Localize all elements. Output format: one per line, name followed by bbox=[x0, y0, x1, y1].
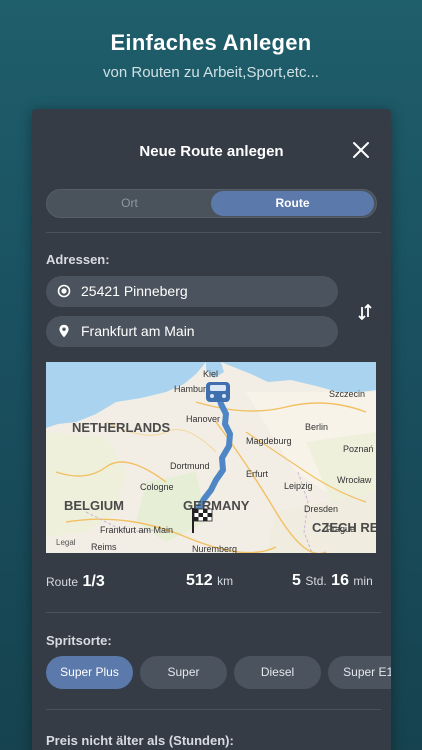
fuel-type-options: Super Plus Super Diesel Super E10 bbox=[46, 656, 391, 689]
divider bbox=[46, 612, 381, 613]
promo-title: Einfaches Anlegen bbox=[110, 30, 312, 55]
city-label: Berlin bbox=[305, 422, 328, 432]
city-label: Dresden bbox=[304, 504, 338, 514]
target-icon bbox=[57, 284, 71, 298]
hours-value: 5 bbox=[292, 572, 301, 589]
route-stats: Route 1/3 512 km 5 Std. 16 min bbox=[46, 572, 376, 594]
map-legal-link[interactable]: Legal bbox=[56, 538, 76, 547]
route-index[interactable]: Route 1/3 bbox=[46, 573, 105, 591]
city-label: Kiel bbox=[203, 369, 218, 379]
fuel-chip-diesel[interactable]: Diesel bbox=[234, 656, 321, 689]
city-label: Erfurt bbox=[246, 469, 269, 479]
city-label: Leipzig bbox=[284, 481, 313, 491]
close-button[interactable] bbox=[351, 140, 371, 160]
city-label: Reims bbox=[91, 542, 117, 552]
distance-value: 512 bbox=[186, 572, 213, 589]
close-icon bbox=[353, 142, 369, 158]
mode-segmented-control: Ort Route bbox=[46, 189, 377, 218]
country-label: BELGIUM bbox=[64, 498, 124, 513]
city-label: Magdeburg bbox=[246, 436, 292, 446]
segment-ort[interactable]: Ort bbox=[48, 191, 211, 216]
city-label: Hamburg bbox=[174, 384, 211, 394]
city-label: Frankfurt am Main bbox=[100, 525, 173, 535]
start-address-field[interactable]: 25421 Pinneberg bbox=[46, 276, 338, 307]
fuel-chip-super-e10[interactable]: Super E10 bbox=[328, 656, 391, 689]
divider bbox=[46, 232, 381, 233]
city-label: Szczecin bbox=[329, 389, 365, 399]
route-map[interactable]: Kiel Hamburg Szczecin Berlin Poznań Hano… bbox=[46, 362, 376, 553]
route-duration: 5 Std. 16 min bbox=[292, 572, 373, 590]
city-label: Nuremberg bbox=[192, 544, 237, 553]
distance-unit: km bbox=[217, 574, 234, 588]
swap-addresses-button[interactable] bbox=[354, 301, 376, 323]
new-route-dialog: Neue Route anlegen Ort Route Adressen: 2… bbox=[32, 109, 391, 750]
fuel-type-label: Spritsorte: bbox=[46, 633, 112, 648]
city-label: Cologne bbox=[140, 482, 174, 492]
fuel-chip-super-plus[interactable]: Super Plus bbox=[46, 656, 133, 689]
minutes-value: 16 bbox=[331, 572, 349, 589]
minutes-unit: min bbox=[353, 574, 373, 588]
city-label: Wrocław bbox=[337, 475, 372, 485]
destination-address-field[interactable]: Frankfurt am Main bbox=[46, 316, 338, 347]
promo-subtitle: von Routen zu Arbeit,Sport,etc... bbox=[103, 64, 319, 81]
addresses-label: Adressen: bbox=[46, 252, 110, 267]
country-label: NETHERLANDS bbox=[72, 420, 171, 435]
route-label: Route bbox=[46, 575, 79, 589]
location-pin-icon bbox=[59, 324, 69, 338]
dialog-title: Neue Route anlegen bbox=[139, 143, 284, 160]
swap-arrows-icon bbox=[358, 303, 372, 321]
fuel-chip-super[interactable]: Super bbox=[140, 656, 227, 689]
hours-unit: Std. bbox=[305, 574, 327, 588]
divider bbox=[46, 709, 381, 710]
segment-route[interactable]: Route bbox=[211, 191, 374, 216]
city-label: Hanover bbox=[186, 414, 220, 424]
start-address-text: 25421 Pinneberg bbox=[81, 283, 188, 299]
car-icon bbox=[206, 382, 230, 402]
city-label: Dortmund bbox=[170, 461, 210, 471]
route-index-value: 1/3 bbox=[82, 573, 105, 590]
route-distance: 512 km bbox=[186, 572, 233, 590]
country-label: CZECH REPUBLIC bbox=[312, 520, 376, 535]
price-age-label: Preis nicht älter als (Stunden): bbox=[46, 733, 234, 748]
city-label: Poznań bbox=[343, 444, 374, 454]
destination-address-text: Frankfurt am Main bbox=[81, 323, 195, 339]
